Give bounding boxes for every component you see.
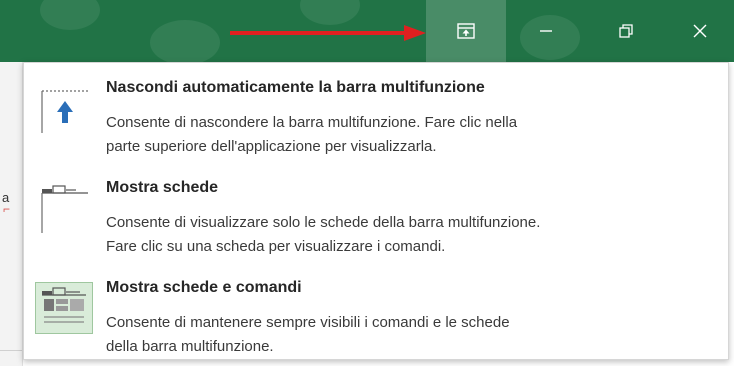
menu-item-description: Consente di visualizzare solo le schede …	[106, 211, 716, 259]
menu-item-auto-hide-ribbon[interactable]: Nascondi automaticamente la barra multif…	[24, 69, 728, 165]
title-bar	[0, 0, 734, 62]
menu-item-description-line: della barra multifunzione.	[106, 338, 274, 355]
background-text-fragment: a	[2, 190, 10, 205]
menu-item-description-line: parte superiore dell'applicazione per vi…	[106, 138, 437, 155]
ribbon-display-options-button[interactable]	[426, 0, 506, 62]
red-arrow-annotation	[230, 25, 426, 41]
menu-item-title: Nascondi automaticamente la barra multif…	[106, 79, 485, 96]
menu-item-description: Consente di nascondere la barra multifun…	[106, 111, 716, 159]
close-icon	[693, 24, 707, 38]
menu-item-title: Mostra schede	[106, 179, 219, 196]
minimize-button[interactable]	[506, 0, 586, 62]
show-tabs-icon	[41, 185, 88, 233]
menu-item-description: Consente di mantenere sempre visibili i …	[106, 311, 716, 359]
menu-item-show-tabs-and-commands[interactable]: Mostra schede e comandi Consente di mant…	[24, 269, 728, 365]
show-tabs-and-commands-icon	[35, 282, 93, 334]
background-leaf	[40, 0, 100, 30]
menu-item-description-line: Consente di mantenere sempre visibili i …	[106, 314, 510, 331]
menu-item-title: Mostra schede e comandi	[106, 279, 302, 296]
close-button[interactable]	[666, 0, 734, 62]
menu-item-description-line: Consente di visualizzare solo le schede …	[106, 214, 541, 231]
background-document-edge: ⌐ a	[0, 62, 23, 366]
menu-item-description-line: Fare clic su una scheda per visualizzare…	[106, 238, 446, 255]
menu-item-description-line: Consente di nascondere la barra multifun…	[106, 114, 518, 131]
ribbon-display-options-menu: Nascondi automaticamente la barra multif…	[23, 62, 729, 360]
restore-button[interactable]	[586, 0, 666, 62]
restore-icon	[619, 24, 633, 38]
minimize-icon	[540, 30, 552, 32]
ribbon-display-options-icon	[457, 23, 475, 39]
auto-hide-ribbon-icon	[41, 90, 88, 133]
background-divider	[0, 350, 22, 351]
background-leaf	[300, 0, 360, 25]
menu-item-show-tabs[interactable]: Mostra schede Consente di visualizzare s…	[24, 169, 728, 265]
background-leaf	[150, 20, 220, 62]
